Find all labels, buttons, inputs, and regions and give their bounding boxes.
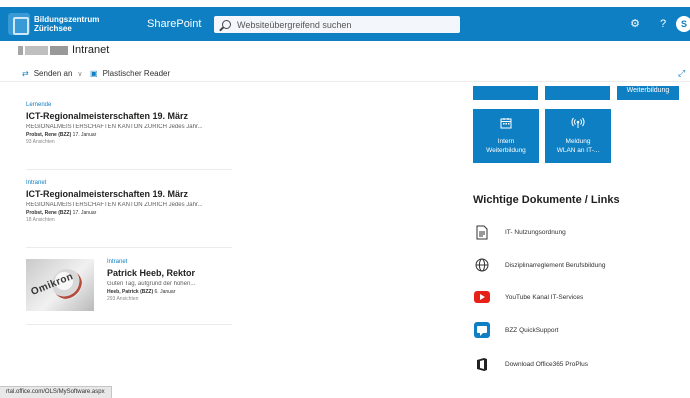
document-icon [473,223,491,241]
document-link[interactable]: Download Office365 ProPlus [473,354,683,374]
quick-link-tile-weiterbildung[interactable]: Weiterbildung [617,86,679,100]
document-link[interactable]: YouTube Kanal IT-Services [473,287,683,307]
user-avatar[interactable]: S [676,16,690,32]
news-title[interactable]: Patrick Heeb, Rektor [107,268,232,278]
globe-icon [473,256,491,274]
wifi-icon [545,117,611,129]
news-date: 6. Januar [154,289,176,295]
search-box[interactable]: Websiteübergreifend suchen [214,16,460,33]
news-title[interactable]: ICT-Regionalmeisterschaften 19. März [26,189,232,199]
news-date: 17. Januar [72,132,97,138]
immersive-reader-button[interactable]: ▣ Plastischer Reader [90,69,170,78]
tile-label-line1: Intern [497,138,515,145]
news-category: Lernende [26,102,52,108]
news-description: REGIONALMEISTERSCHAFTEN KANTON ZÜRICH Je… [26,124,203,130]
tile-label-line2: WLAN an IT-... [556,147,600,154]
expand-icon[interactable]: ⤢ [678,68,685,79]
calendar-icon [473,117,539,129]
immersive-reader-label: Plastischer Reader [102,69,171,78]
news-item[interactable]: Lernende ICT-Regionalmeisterschaften 19.… [26,102,232,170]
quick-link-tile-meldung-wlan[interactable]: Meldung WLAN an IT-... [545,109,611,163]
tile-label: Intern Weiterbildung [473,137,539,155]
send-to-label: Senden an [33,69,73,78]
suite-bar: Bildungszentrum Zürichsee SharePoint Web… [0,7,690,41]
org-name-line1: Bildungszentrum [34,15,100,24]
search-placeholder: Websiteübergreifend suchen [237,19,352,30]
reader-icon: ▣ [90,69,98,78]
news-description: Guten Tag, aufgrund der hohen... [107,281,196,287]
settings-gear-icon[interactable]: ⚙ [628,17,642,31]
tile-label: Meldung WLAN an IT-... [545,137,611,155]
document-link[interactable]: Disziplinarreglement Berufsbildung [473,255,683,275]
news-views: 93 Ansichten [26,139,55,145]
document-link-label: IT- Nutzungsordnung [505,228,566,236]
document-link[interactable]: BZZ QuickSupport [473,320,683,340]
news-title[interactable]: ICT-Regionalmeisterschaften 19. März [26,111,232,121]
news-meta: Heeb, Patrick (BZZ) 6. Januar [107,289,232,295]
site-logo[interactable] [18,46,68,55]
document-link-label: BZZ QuickSupport [505,326,559,334]
org-name: Bildungszentrum Zürichsee [34,15,99,33]
office-icon [473,355,491,373]
document-link-label: Disziplinarreglement Berufsbildung [505,261,606,269]
news-date: 17. Januar [72,210,97,216]
command-bar: ⇄ Senden an ∨ ▣ Plastischer Reader ⤢ [0,66,690,82]
quicksupport-icon [473,321,491,339]
status-bar-url: rtal.office.com/OLS/MySoftware.aspx [0,386,112,398]
site-title[interactable]: Intranet [72,44,109,56]
org-logo[interactable]: Bildungszentrum Zürichsee [8,10,120,38]
app-name[interactable]: SharePoint [147,18,201,30]
site-header: Intranet [0,41,690,61]
share-icon: ⇄ [22,69,29,78]
document-link-label: Download Office365 ProPlus [505,360,588,368]
news-item[interactable]: Omikron Intranet Patrick Heeb, Rektor Gu… [26,257,232,325]
news-category: Intranet [107,259,128,265]
news-body: Intranet Patrick Heeb, Rektor Guten Tag,… [107,259,232,302]
document-link-label: YouTube Kanal IT-Services [505,293,584,301]
quick-link-tile[interactable] [473,86,538,100]
tile-label-line1: Meldung [565,138,591,145]
news-meta: Probst, Rene (BZZ) 17. Januar [26,132,232,138]
news-thumbnail[interactable]: Omikron [26,259,94,311]
help-icon[interactable]: ? [656,17,670,31]
news-author: Heeb, Patrick (BZZ) [107,289,154,295]
youtube-icon [473,288,491,306]
news-author: Probst, Rene (BZZ) [26,132,72,138]
document-link[interactable]: IT- Nutzungsordnung [473,222,683,242]
search-icon [222,20,231,29]
send-to-button[interactable]: ⇄ Senden an ∨ [22,69,83,78]
org-name-line2: Zürichsee [34,24,72,33]
quick-link-tile-intern-weiterbildung[interactable]: Intern Weiterbildung [473,109,539,163]
org-logo-icon [8,13,30,35]
news-item[interactable]: Intranet ICT-Regionalmeisterschaften 19.… [26,180,232,248]
news-views: 18 Ansichten [26,217,55,223]
news-category: Intranet [26,180,47,186]
news-views: 293 Ansichten [107,296,139,302]
chevron-down-icon: ∨ [77,70,83,78]
news-description: REGIONALMEISTERSCHAFTEN KANTON ZÜRICH Je… [26,202,203,208]
tile-label: Weiterbildung [626,87,670,94]
tile-label-line2: Weiterbildung [486,147,526,154]
quick-link-tile[interactable] [545,86,610,100]
news-author: Probst, Rene (BZZ) [26,210,72,216]
news-meta: Probst, Rene (BZZ) 17. Januar [26,210,232,216]
documents-heading: Wichtige Dokumente / Links [473,194,620,206]
